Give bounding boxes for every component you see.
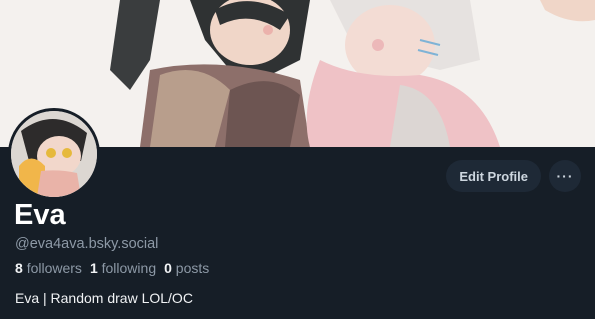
display-name: Eva: [14, 199, 66, 231]
avatar[interactable]: [8, 108, 100, 200]
following-link[interactable]: 1 following: [90, 260, 156, 276]
edit-profile-button[interactable]: Edit Profile: [446, 160, 541, 192]
profile-bio: Eva | Random draw LOL/OC: [15, 290, 193, 306]
avatar-artwork: [11, 111, 97, 197]
followers-link[interactable]: 8 followers: [15, 260, 82, 276]
posts-label: posts: [175, 260, 210, 276]
followers-label: followers: [26, 260, 82, 276]
user-handle: @eva4ava.bsky.social: [15, 236, 159, 252]
following-label: following: [101, 260, 157, 276]
posts-count: 0: [164, 260, 172, 276]
profile-actions: Edit Profile ···: [446, 160, 581, 192]
more-horizontal-icon: ···: [556, 168, 574, 184]
more-options-button[interactable]: ···: [549, 160, 581, 192]
following-count: 1: [89, 260, 98, 276]
posts-stat: 0 posts: [164, 260, 209, 276]
profile-stats: 8 followers 1 following 0 posts: [15, 260, 209, 276]
followers-count: 8: [15, 260, 23, 276]
